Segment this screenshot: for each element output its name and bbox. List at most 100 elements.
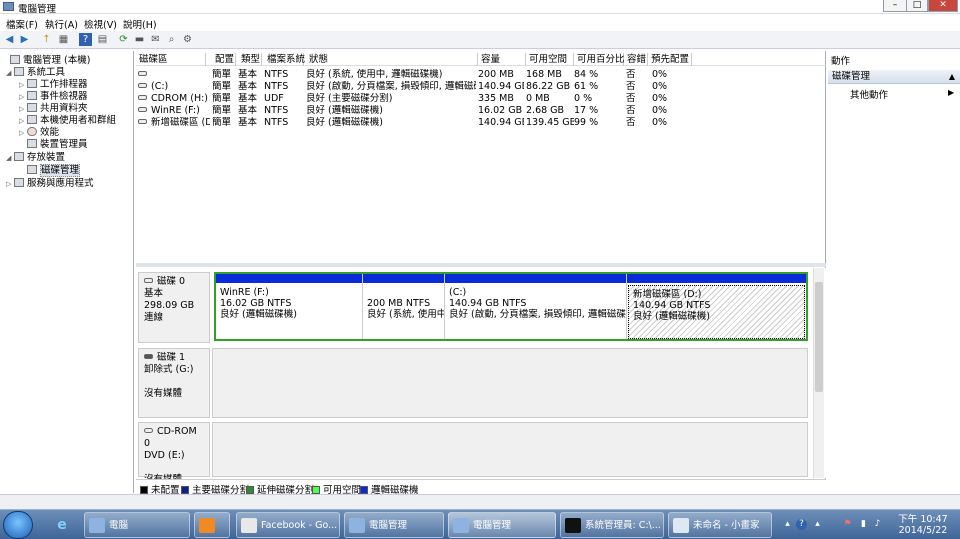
expand-icon[interactable]: ▷ [19,91,27,103]
users-icon [27,115,37,124]
expand-icon[interactable]: ▷ [19,115,27,127]
internet-explorer-icon[interactable]: e [44,512,80,538]
window-title: 電腦管理 [18,4,57,15]
table-cell: 良好 (邏輯磁碟機) [306,117,383,128]
task-chrome[interactable]: Facebook - Go... [236,512,340,538]
menu-help[interactable]: 說明(H) [123,17,157,31]
tree-item-task-scheduler[interactable]: ▷ 工作排程器 [19,79,88,91]
network-icon[interactable]: ▮ [858,519,869,530]
column-header-layout[interactable]: 配置 [212,53,236,66]
new-icon[interactable]: ✉ [149,33,162,46]
help-icon[interactable]: ? [79,33,92,46]
column-header-type[interactable]: 類型 [238,53,262,66]
expand-icon[interactable]: ▷ [19,103,27,115]
services-icon [14,178,24,187]
forward-icon[interactable]: ▶ [18,33,31,46]
table-row[interactable]: 新增磁碟區 (D:)簡單基本 NTFS 良好 (邏輯磁碟機) 140.94 GB139… [136,117,826,129]
tree-item-performance[interactable]: ▷ 效能 [19,127,59,139]
tree-item-disk-management[interactable]: 磁碟管理 [19,164,81,177]
show-hidden-icons-icon[interactable]: ▴ [782,519,793,530]
column-header-free-percent[interactable]: 可用百分比 [574,53,625,66]
cdrom-0-label[interactable]: CD-ROM 0 DVD (E:) 沒有媒體 [138,422,210,485]
partition-system[interactable]: 200 MB NTFS 良好 (系統, 使用中, [363,274,445,339]
table-row[interactable]: CDROM (H:) 簡單 基本 UDF 良好 (主要磁碟分割) 335 MB 0 MB 0 … [136,93,826,105]
table-cell: 335 MB [478,93,514,104]
expand-icon[interactable]: ▷ [6,178,14,190]
column-header-capacity[interactable]: 容量 [478,53,526,66]
title-bar[interactable]: 電腦管理 – □ ✕ [0,0,960,15]
properties-icon[interactable]: ▤ [96,33,109,46]
start-button[interactable] [3,511,33,539]
table-cell: 否 [626,117,636,128]
collapse-icon[interactable]: ◢ [6,67,14,79]
refresh-icon[interactable]: ⟳ [117,33,130,46]
tree-item-storage[interactable]: ◢ 存放裝置 [6,152,65,164]
minimize-button[interactable]: – [883,0,907,12]
table-row[interactable]: WinRE (F:) 簡單 基本 NTFS 良好 (邏輯磁碟機) 16.02 GB 2.68… [136,105,826,117]
more-actions-item[interactable]: 其他動作 [850,87,888,101]
tree-item-services[interactable]: ▷ 服務與應用程式 [6,178,94,190]
tree-item-shared-folders[interactable]: ▷ 共用資料夾 [19,103,88,115]
tree-item-system-tools[interactable]: ◢ 系統工具 [6,67,65,79]
task-paint[interactable]: 未命名 - 小畫家 [668,512,772,538]
volume-icon [138,83,147,88]
language-help-icon[interactable]: ? [796,519,807,530]
show-hide-tree-icon[interactable]: ▦ [57,33,70,46]
collapse-icon[interactable]: ▲ [949,70,955,84]
task-media-player[interactable] [194,512,230,538]
column-header-volume[interactable]: 磁碟區 [136,53,206,66]
column-header-filesystem[interactable]: 檔案系統 [264,53,305,66]
disk-map-scrollbar[interactable] [813,268,824,478]
task-computer[interactable]: 電腦 [84,512,190,538]
legend: 未配置 主要磁碟分割 延伸磁碟分割 可用空間 邏輯磁碟機 [136,479,826,496]
task-command-prompt[interactable]: 系統管理員: C:\... [560,512,664,538]
menu-file[interactable]: 檔案(F) [6,17,38,31]
action-center-icon[interactable]: ⚑ [842,519,853,530]
disk-1-label[interactable]: 磁碟 1 卸除式 (G:) 沒有媒體 [138,348,210,418]
taskbar: e 電腦 Facebook - Go... 電腦管理 電腦管理 系統管理員: C:\..… [0,509,960,539]
table-cell: 0% [652,93,668,104]
expand-icon[interactable]: ▷ [19,79,27,91]
task-label: 未命名 - 小畫家 [693,520,760,531]
close-button[interactable]: ✕ [928,0,958,12]
volume-icon [138,119,147,124]
task-computer-management-2[interactable]: 電腦管理 [448,512,556,538]
clock[interactable]: 下午 10:47 2014/5/22 [898,514,948,536]
table-row[interactable]: 簡單 基本 NTFS 良好 (系統, 使用中, 邏輯磁碟機) 200 MB 168 MB 8… [136,69,826,81]
tree-item-event-viewer[interactable]: ▷ 事件檢視器 [19,91,88,103]
menu-view[interactable]: 檢視(V) [84,17,117,31]
tree-item-local-users[interactable]: ▷ 本機使用者和群組 [19,115,116,127]
partition-winre[interactable]: WinRE (F:) 16.02 GB NTFS 良好 (邏輯磁碟機) [216,274,363,339]
volume-icon[interactable]: ♪ [872,519,883,530]
shared-folder-icon [27,103,37,112]
menu-action[interactable]: 執行(A) [45,17,78,31]
partition-c[interactable]: (C:) 140.94 GB NTFS 良好 (啟動, 分頁檔案, 損毀傾印, … [445,274,627,339]
disk-0-label[interactable]: 磁碟 0 基本 298.09 GB 連線 [138,272,210,343]
actions-section-disk-management[interactable]: 磁碟管理 ▲ [828,70,960,84]
settings-icon[interactable]: ⚙ [181,33,194,46]
back-icon[interactable]: ◀ [3,33,16,46]
scrollbar-thumb[interactable] [815,282,823,392]
tree-item-device-manager[interactable]: 裝置管理員 [19,139,88,151]
column-header-free-space[interactable]: 可用空間 [526,53,574,66]
hard-disk-icon [144,278,153,283]
column-header-fault-tolerance[interactable]: 容錯 [624,53,648,66]
pane-splitter[interactable] [136,263,826,267]
collapse-icon[interactable]: ◢ [6,152,14,164]
column-header-status[interactable]: 狀態 [306,53,478,66]
expand-icon[interactable]: ▷ [19,127,27,139]
cdrom-0-area[interactable] [212,422,808,477]
tree-item-root[interactable]: 電腦管理 (本機) [2,55,90,67]
partition-status: 良好 (系統, 使用中, [367,309,444,320]
open-icon[interactable]: ▬ [133,33,146,46]
column-header-overhead[interactable]: 預先配置 [648,53,692,66]
partition-d[interactable]: 新增磁碟區 (D:) 140.94 GB NTFS 良好 (邏輯磁碟機) [627,274,806,339]
table-row[interactable]: (C:) 簡單基本 NTFS 良好 (啟動, 分頁檔案, 損毀傾印, 邏輯磁碟機)14… [136,81,826,93]
up-folder-icon[interactable]: ↑ [40,33,53,46]
search-icon[interactable]: ⌕ [165,33,178,46]
task-computer-management-1[interactable]: 電腦管理 [344,512,444,538]
maximize-button[interactable]: □ [906,0,928,12]
table-cell: UDF [264,93,284,104]
tray-arrow-icon[interactable]: ▴ [812,519,823,530]
disk-1-area[interactable] [212,348,808,418]
